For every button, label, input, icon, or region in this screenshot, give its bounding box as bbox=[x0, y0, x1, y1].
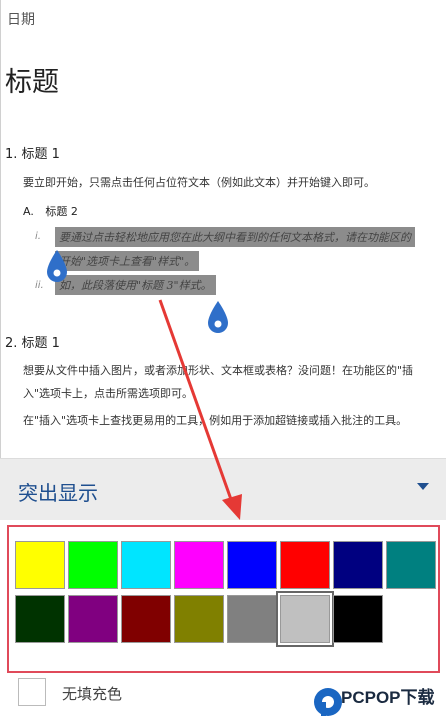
color-swatch[interactable] bbox=[68, 541, 118, 589]
heading-number: 1. bbox=[5, 147, 18, 162]
highlighted-text-line[interactable]: 要通过点击轻松地应用您在此大纲中看到的任何文本格式，请在功能区的 bbox=[55, 227, 415, 247]
selection-start-handle-icon[interactable] bbox=[45, 248, 69, 286]
no-fill-checkbox[interactable] bbox=[18, 678, 46, 706]
no-fill-label[interactable]: 无填充色 bbox=[62, 683, 122, 704]
heading-2-text: 标题 2 bbox=[45, 205, 78, 218]
heading-2[interactable]: A. 标题 2 bbox=[23, 203, 78, 219]
color-swatch[interactable] bbox=[15, 541, 65, 589]
section1-body[interactable]: 要立即开始，只需点击任何占位符文本（例如此文本）并开始键入即可。 bbox=[23, 174, 375, 190]
color-swatch[interactable] bbox=[174, 541, 224, 589]
highlight-color-palette bbox=[7, 525, 440, 673]
color-swatch[interactable] bbox=[386, 541, 436, 589]
document-title[interactable]: 标题 bbox=[5, 60, 59, 99]
color-swatch[interactable] bbox=[121, 595, 171, 643]
selection-end-handle-icon[interactable] bbox=[206, 299, 230, 337]
color-swatch[interactable] bbox=[276, 591, 334, 647]
section2-body-line[interactable]: 想要从文件中插入图片，或者添加形状、文本框或表格？没问题！在功能区的"插 bbox=[23, 362, 413, 378]
highlight-dropdown[interactable]: 突出显示 bbox=[0, 458, 446, 520]
heading-text: 标题 1 bbox=[21, 336, 60, 351]
color-swatch[interactable] bbox=[227, 595, 277, 643]
heading-2-number: A. bbox=[23, 205, 34, 218]
heading-number: 2. bbox=[5, 336, 18, 351]
color-swatch[interactable] bbox=[333, 541, 383, 589]
color-swatch[interactable] bbox=[280, 541, 330, 589]
document-page[interactable]: 日期 标题 1. 标题 1 要立即开始，只需点击任何占位符文本（例如此文本）并开… bbox=[0, 0, 446, 458]
heading-text: 标题 1 bbox=[21, 147, 60, 162]
highlighted-text-line[interactable]: 如，此段落使用"标题 3"样式。 bbox=[55, 275, 216, 295]
color-swatch[interactable] bbox=[333, 595, 383, 643]
chevron-down-icon[interactable] bbox=[416, 482, 430, 491]
watermark-text: PCPOP下载 bbox=[341, 688, 435, 707]
highlight-label: 突出显示 bbox=[18, 481, 98, 505]
heading-1-first[interactable]: 1. 标题 1 bbox=[5, 143, 60, 162]
color-swatch[interactable] bbox=[227, 541, 277, 589]
color-swatch[interactable] bbox=[174, 595, 224, 643]
color-swatch[interactable] bbox=[68, 595, 118, 643]
list-marker-ii: ii. bbox=[35, 280, 44, 291]
list-marker-i: i. bbox=[35, 231, 41, 242]
highlighted-text-line[interactable]: 开始"选项卡上查看"样式"。 bbox=[55, 251, 200, 271]
section2-body-line[interactable]: 入"选项卡上，点击所需选项即可。 bbox=[23, 385, 193, 401]
color-swatch[interactable] bbox=[121, 541, 171, 589]
section2-body-line[interactable]: 在"插入"选项卡上查找更易用的工具，例如用于添加超链接或插入批注的工具。 bbox=[23, 412, 407, 428]
heading-1-second[interactable]: 2. 标题 1 bbox=[5, 332, 60, 351]
color-swatch[interactable] bbox=[15, 595, 65, 643]
date-placeholder[interactable]: 日期 bbox=[7, 9, 35, 29]
